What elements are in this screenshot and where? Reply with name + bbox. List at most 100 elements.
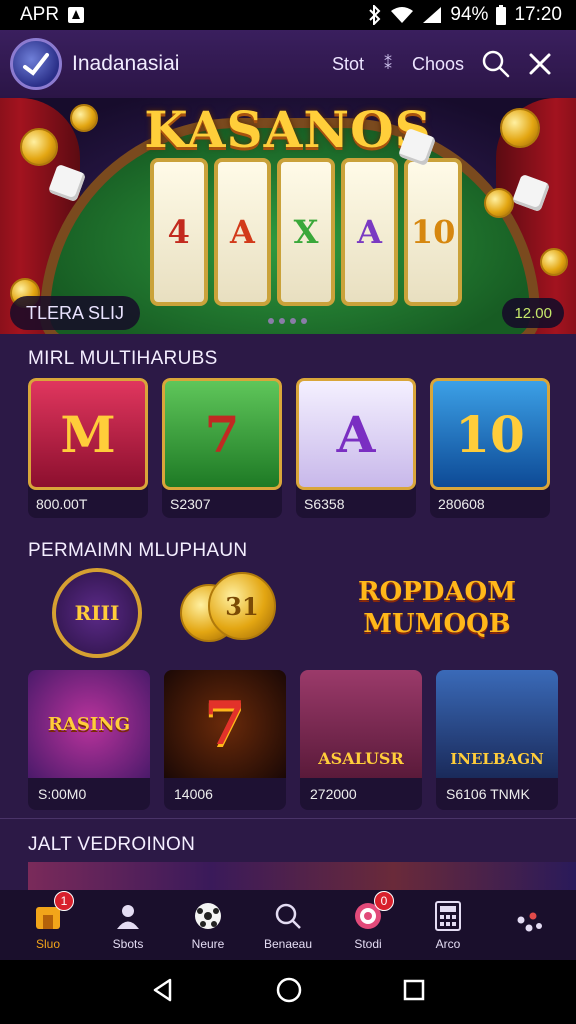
- recents-icon: [404, 979, 425, 1000]
- card-label: 272000: [310, 786, 357, 802]
- wifi-icon: [390, 6, 414, 24]
- search-button[interactable]: [474, 42, 518, 86]
- preview-strip: [28, 862, 576, 890]
- nav-link-choose[interactable]: Choos: [412, 54, 464, 75]
- android-nav-bar: [0, 960, 576, 1024]
- reel: X: [277, 158, 335, 306]
- reel-symbol: A: [357, 213, 382, 251]
- card-art: RASING: [28, 670, 150, 778]
- reel-symbol: 4: [167, 213, 190, 251]
- status-bar: APR 94% 17:20: [0, 0, 576, 30]
- reel-symbol: A: [229, 213, 255, 251]
- section-title: PERMAIMN MLUPHAUN: [28, 540, 248, 561]
- promo-logo[interactable]: ROPDAOM MUMOQB: [342, 576, 532, 646]
- card-art-text: INELBAGN: [450, 750, 544, 768]
- nav-link-slot[interactable]: Stot: [332, 54, 364, 75]
- section-title: MIRL MULTIHARUBS: [28, 348, 218, 369]
- nav-label: Sluo: [35, 937, 61, 951]
- reel: A: [213, 158, 272, 306]
- nav-item-calculator[interactable]: Arco: [408, 899, 488, 951]
- coin-decoration: [540, 248, 568, 276]
- card-label: S6106 TNMK: [446, 786, 530, 802]
- card-label: S:00M0: [38, 786, 87, 802]
- reel: 10: [404, 158, 462, 306]
- close-icon: [529, 53, 551, 75]
- notification-icon: [67, 6, 85, 24]
- status-carrier: APR: [20, 4, 60, 25]
- nav-item-ball[interactable]: Neure: [168, 899, 248, 951]
- card-art: 7: [162, 378, 282, 490]
- game-card[interactable]: 7 S2307: [162, 378, 282, 518]
- notification-badge: 0: [374, 891, 394, 911]
- header-nav: Stot ⁑ Choos: [322, 42, 562, 86]
- close-button[interactable]: [518, 42, 562, 86]
- reel-symbol: X: [293, 213, 319, 251]
- nav-item-chip[interactable]: 0 Stodi: [328, 891, 408, 951]
- home-button[interactable]: [275, 976, 303, 1009]
- nav-label: Benaeau: [263, 937, 313, 951]
- promo-row: RIII 31 ROPDAOM MUMOQB: [28, 564, 576, 664]
- ball-icon: [191, 899, 225, 933]
- card-symbol: A: [336, 404, 376, 464]
- carousel-dot[interactable]: [279, 318, 285, 324]
- nav-item-user[interactable]: Sbots: [88, 899, 168, 951]
- reel: A: [340, 158, 399, 306]
- hero-badge: 12.00: [502, 298, 564, 328]
- card-art: INELBAGN: [436, 670, 558, 778]
- back-button[interactable]: [150, 977, 176, 1008]
- game-row: RASING S:00M0 7 14006 ASALUSR 272000 INE…: [28, 670, 558, 810]
- promo-logo-text: ROPDAOM MUMOQB: [358, 577, 516, 639]
- card-art-text: RASING: [47, 713, 131, 735]
- card-label: 280608: [438, 496, 485, 512]
- coin-decoration: [484, 188, 514, 218]
- game-card[interactable]: 7 14006: [164, 670, 286, 810]
- game-row: M 800.00T 7 S2307 A S6358 10 280608: [28, 378, 550, 518]
- status-time: 17:20: [514, 4, 562, 25]
- game-card[interactable]: INELBAGN S6106 TNMK: [436, 670, 558, 810]
- nav-item-home[interactable]: 1 Sluo: [8, 891, 88, 951]
- carousel-dot[interactable]: [301, 318, 307, 324]
- card-art: 10: [430, 378, 550, 490]
- search-icon: [271, 899, 305, 933]
- coin-decoration: [70, 104, 98, 132]
- coin-decoration: [20, 128, 58, 166]
- carousel-dot[interactable]: [268, 318, 274, 324]
- coin-text: 31: [225, 591, 259, 621]
- game-card[interactable]: 10 280608: [430, 378, 550, 518]
- card-symbol: 7: [204, 404, 240, 464]
- app-header: Inadanasiai Stot ⁑ Choos: [0, 30, 576, 98]
- card-art: M: [28, 378, 148, 490]
- battery-icon: [496, 5, 507, 25]
- home-circle-icon: [276, 977, 302, 1002]
- section-divider: [0, 818, 576, 819]
- card-art: ASALUSR: [300, 670, 422, 778]
- notification-badge: 1: [54, 891, 74, 911]
- bluetooth-icon: [368, 5, 382, 25]
- carousel-dots[interactable]: [268, 318, 307, 324]
- card-symbol: 10: [455, 404, 525, 464]
- status-right: 94% 17:20: [368, 4, 562, 26]
- game-card[interactable]: ASALUSR 272000: [300, 670, 422, 810]
- app-logo[interactable]: [10, 38, 62, 90]
- search-icon: [482, 50, 510, 78]
- card-art: A: [296, 378, 416, 490]
- game-card[interactable]: A S6358: [296, 378, 416, 518]
- nav-item-more[interactable]: [488, 906, 568, 944]
- card-symbol: M: [60, 404, 116, 464]
- promo-coins[interactable]: 31: [180, 572, 280, 652]
- nav-item-search[interactable]: Benaeau: [248, 899, 328, 951]
- nav-label: Arco: [435, 937, 461, 951]
- game-card[interactable]: M 800.00T: [28, 378, 148, 518]
- section-title: JALT VEDROINON: [28, 834, 196, 855]
- card-label: S2307: [170, 496, 211, 512]
- more-icon: [511, 906, 545, 940]
- game-card[interactable]: RASING S:00M0: [28, 670, 150, 810]
- recents-button[interactable]: [402, 978, 426, 1007]
- carousel-dot[interactable]: [290, 318, 296, 324]
- coin-decoration: [500, 108, 540, 148]
- card-label: S6358: [304, 496, 345, 512]
- promo-emblem[interactable]: RIII: [52, 568, 142, 658]
- hero-caption[interactable]: TLERA SLIJ: [10, 296, 141, 330]
- nav-separator: ⁑: [383, 56, 392, 73]
- nav-label: Neure: [191, 937, 225, 951]
